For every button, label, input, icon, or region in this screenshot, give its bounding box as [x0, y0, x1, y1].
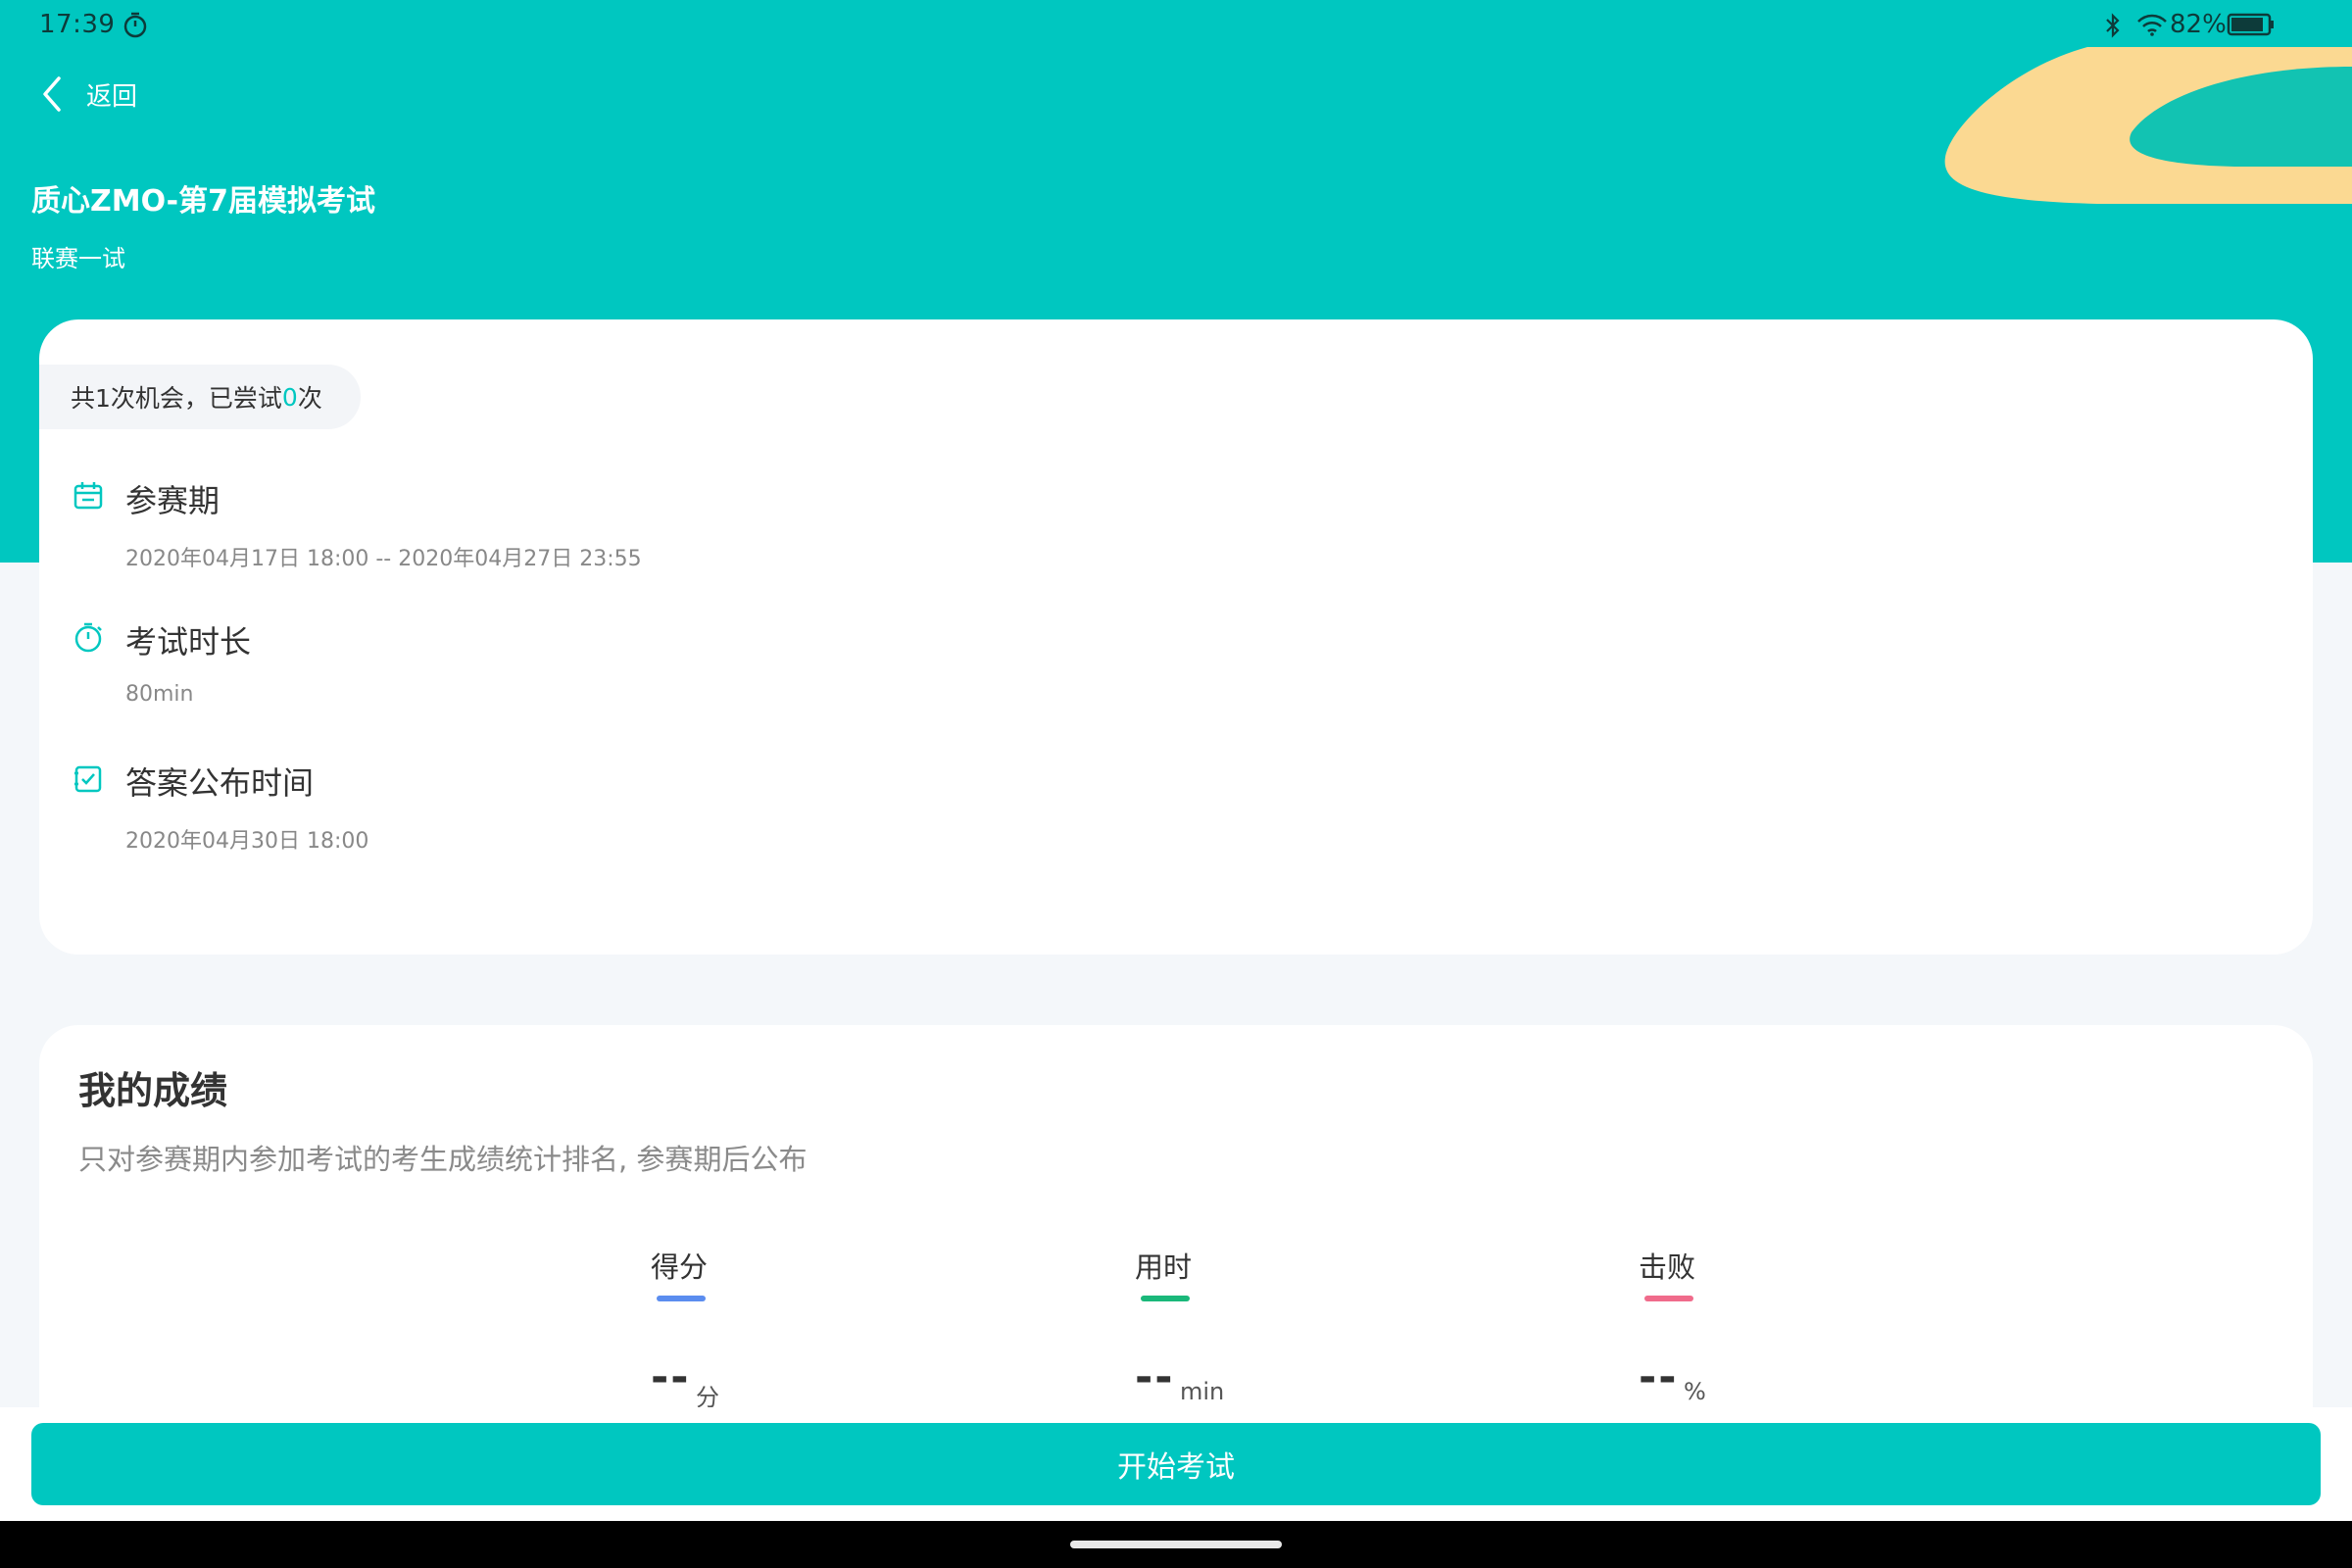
info-duration-label: 考试时长 [125, 623, 252, 661]
back-label: 返回 [86, 81, 138, 112]
metric-beat-value: -- [1639, 1352, 1679, 1402]
back-button[interactable]: 返回 [39, 71, 137, 118]
system-navigation-bar [0, 1521, 2352, 1568]
decorative-swoosh [1944, 47, 2352, 204]
attempts-prefix: 共1次机会，已尝试 [71, 384, 282, 413]
info-period-value: 2020年04月17日 18:00 -- 2020年04月27日 23:55 [125, 547, 642, 571]
home-indicator[interactable] [1070, 1541, 1282, 1548]
info-period-label: 参赛期 [125, 482, 220, 519]
exam-info-card: 共1次机会，已尝试 0 次 参赛期 2020年04月17日 18:00 -- 202… [39, 319, 2313, 955]
score-title: 我的成绩 [78, 1069, 228, 1112]
metric-beat-unit: % [1684, 1378, 1706, 1405]
metric-time: 用时 -- min [1135, 1245, 1292, 1405]
metric-time-label: 用时 [1135, 1250, 1193, 1284]
metric-score: 得分 -- 分 [651, 1245, 808, 1411]
exam-title: 质心ZMO-第7届模拟考试 [31, 184, 375, 219]
attempts-badge: 共1次机会，已尝试 0 次 [39, 365, 361, 429]
status-time: 17:39 [39, 10, 116, 39]
status-bar: 17:39 82% [0, 0, 2352, 49]
score-description: 只对参赛期内参加考试的考生成绩统计排名, 参赛期后公布 [78, 1143, 808, 1176]
metric-score-value: -- [651, 1352, 691, 1402]
metric-time-unit: min [1180, 1378, 1225, 1405]
battery-icon [2227, 13, 2274, 36]
chevron-left-icon [43, 76, 61, 112]
timer-icon [123, 12, 147, 38]
info-answer-time-label: 答案公布时间 [125, 764, 315, 802]
wifi-icon [2137, 14, 2167, 36]
metric-beat-label: 击败 [1639, 1250, 1696, 1284]
metric-score-label: 得分 [651, 1250, 709, 1284]
metric-beat-underline [1644, 1296, 1693, 1301]
start-exam-button[interactable]: 开始考试 [31, 1423, 2321, 1505]
metric-time-value: -- [1135, 1352, 1175, 1402]
calendar-icon [74, 482, 103, 510]
info-answer-time-value: 2020年04月30日 18:00 [125, 829, 369, 854]
exam-subtitle: 联赛一试 [31, 245, 125, 272]
attempts-count: 0 [281, 382, 298, 412]
stopwatch-icon [74, 622, 102, 653]
bluetooth-icon [2106, 13, 2120, 38]
metric-score-underline [657, 1296, 706, 1301]
checklist-icon [74, 765, 102, 793]
info-duration-value: 80min [125, 682, 194, 707]
attempts-suffix: 次 [297, 384, 322, 413]
metric-time-underline [1141, 1296, 1190, 1301]
metric-beat: 击败 -- % [1639, 1245, 1795, 1405]
battery-percentage: 82% [2170, 10, 2227, 39]
